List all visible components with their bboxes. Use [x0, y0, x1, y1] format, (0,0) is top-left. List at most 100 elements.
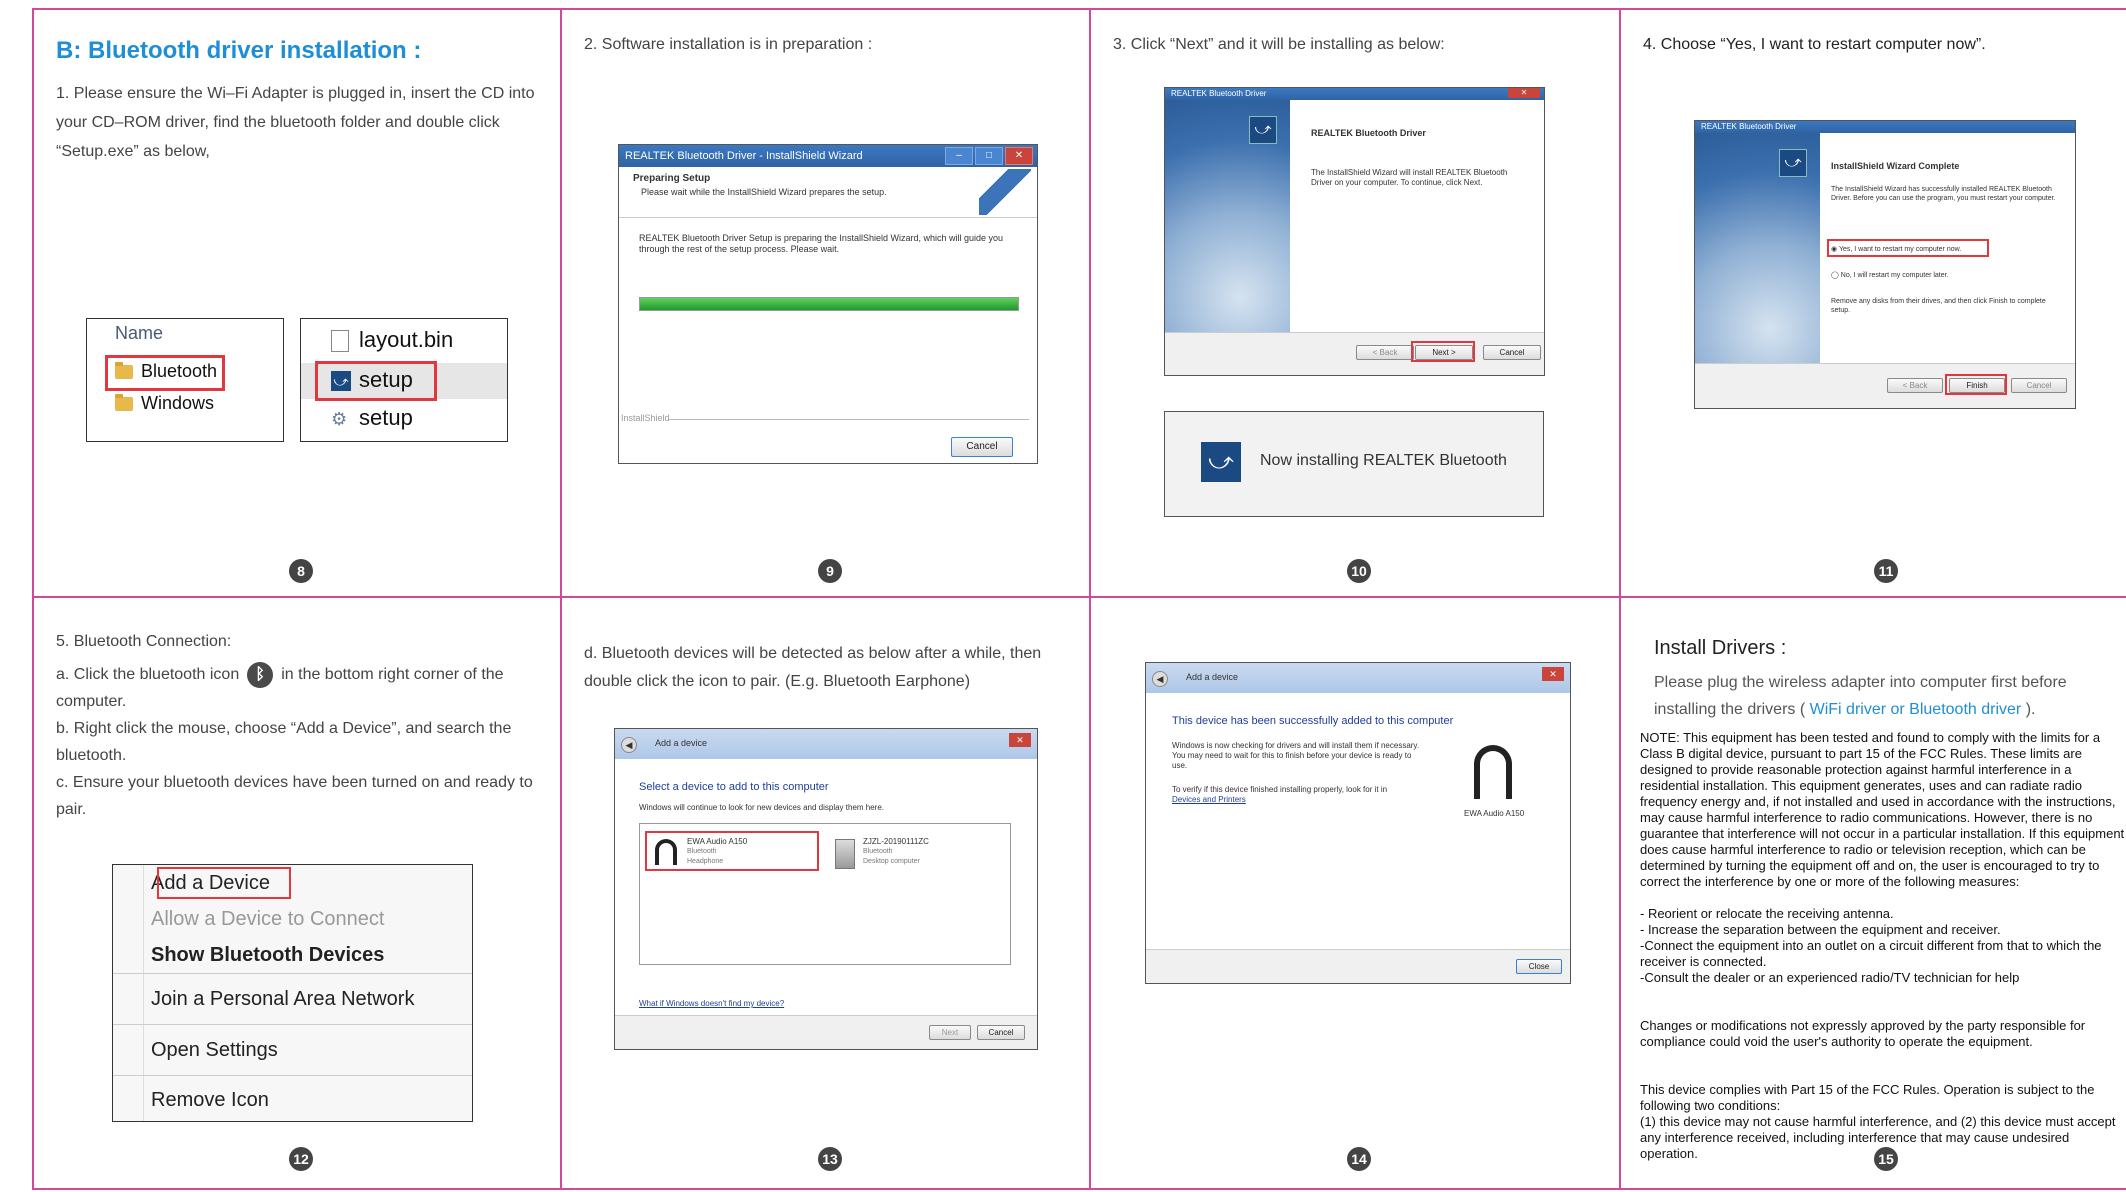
back-arrow-icon[interactable]: ◀	[621, 737, 637, 753]
close-button[interactable]: Close	[1516, 959, 1562, 974]
step-text: d. Bluetooth devices will be detected as…	[584, 645, 1042, 690]
wizard-note-text: Remove any disks from their drives, and …	[1831, 298, 2046, 314]
close-icon[interactable]: ✕	[1005, 147, 1033, 165]
wizard-title: InstallShield Wizard Complete	[1831, 161, 1960, 171]
menu-item-show-devices[interactable]: Show Bluetooth Devices	[113, 937, 472, 974]
highlight-box	[105, 355, 225, 391]
dialog-body-text: Windows is now checking for drivers and …	[1172, 741, 1420, 770]
progress-fill	[640, 298, 1018, 310]
page-number: 8	[289, 559, 313, 583]
progress-track	[639, 297, 1019, 311]
cancel-button[interactable]: Cancel	[951, 437, 1013, 457]
installing-banner: ⤻ Now installing REALTEK Bluetooth	[1164, 411, 1544, 517]
step-text: 5. Bluetooth Connection:	[56, 633, 232, 650]
page-number: 13	[818, 1147, 842, 1171]
highlight-box	[157, 867, 291, 899]
highlight-box	[315, 361, 437, 401]
dialog-heading: Select a device to add to this computer	[639, 781, 829, 793]
step-c: c. Ensure your bluetooth devices have be…	[56, 774, 533, 818]
close-icon[interactable]: ✕	[1542, 667, 1564, 681]
fcc-notice: NOTE: This equipment has been tested and…	[1640, 730, 2126, 1162]
cancel-button[interactable]: Cancel	[977, 1025, 1025, 1040]
folder-list-screenshot: Name Bluetooth Windows	[86, 318, 284, 442]
add-device-window: ◀ Add a device ✕ Select a device to add …	[614, 728, 1038, 1050]
minimize-icon[interactable]: –	[945, 147, 973, 165]
cancel-button[interactable]: Cancel	[2011, 378, 2067, 393]
headphones-icon	[1474, 745, 1512, 799]
button-bar	[1146, 949, 1570, 983]
wizard-body-text: REALTEK Bluetooth Driver Setup is prepar…	[639, 233, 1004, 254]
step-a: a. Click the bluetooth icon ᛒ in the botto…	[56, 661, 538, 715]
installshield-footer-label: InstallShield	[621, 413, 670, 423]
computer-icon	[835, 839, 855, 869]
page-number: 15	[1874, 1147, 1898, 1171]
bluetooth-context-menu: Add a Device Allow a Device to Connect S…	[112, 864, 473, 1122]
radio-no[interactable]: ◯ No, I will restart my computer later.	[1831, 271, 1949, 279]
section-heading: B: Bluetooth driver installation :	[56, 37, 422, 64]
page-number: 11	[1874, 559, 1898, 583]
highlight-box	[645, 831, 819, 871]
setup-icon: ⤻	[1201, 442, 1241, 482]
file-item-layout[interactable]: layout.bin	[331, 327, 453, 353]
window-title: Add a device	[655, 738, 708, 748]
column-header: Name	[115, 323, 164, 343]
step-text: 4. Choose “Yes, I want to restart comput…	[1643, 36, 1986, 53]
cancel-button[interactable]: Cancel	[1483, 345, 1541, 360]
window-title: Add a device	[1186, 672, 1239, 682]
device-item-desktop[interactable]: ZJZL-20190111ZC Bluetooth Desktop comput…	[831, 835, 1001, 871]
close-icon[interactable]: ✕	[1508, 88, 1540, 98]
setup-icon: ⤻	[1249, 116, 1277, 144]
close-icon[interactable]: ✕	[1009, 733, 1031, 747]
page-number: 14	[1347, 1147, 1371, 1171]
setup-icon: ⤻	[1779, 149, 1807, 177]
back-button[interactable]: < Back	[1356, 345, 1414, 360]
back-button[interactable]: < Back	[1887, 378, 1943, 393]
driver-link[interactable]: WiFi driver or Bluetooth driver	[1810, 701, 2022, 718]
installshield-prepare-window: REALTEK Bluetooth Driver - InstallShield…	[618, 144, 1038, 464]
file-item-setup-2[interactable]: ⚙ setup	[331, 405, 413, 431]
fcc-changes: Changes or modifications not expressly a…	[1640, 1018, 2086, 1049]
panel-8: B: Bluetooth driver installation : 1. Pl…	[34, 10, 560, 596]
footer-rule	[669, 419, 1029, 420]
button-bar	[615, 1015, 1037, 1049]
wizard-side-graphic: ⤻	[1695, 133, 1820, 363]
maximize-icon[interactable]: □	[975, 147, 1003, 165]
folder-icon	[115, 394, 133, 412]
fcc-complies: This device complies with Part 15 of the…	[1640, 1082, 2095, 1113]
wizard-body-text: The InstallShield Wizard will install RE…	[1311, 168, 1508, 187]
step-b: b. Right click the mouse, choose “Add a …	[56, 720, 512, 764]
gear-file-icon: ⚙	[331, 409, 348, 430]
menu-item-allow-device[interactable]: Allow a Device to Connect	[113, 901, 472, 937]
installshield-welcome-window: REALTEK Bluetooth Driver ✕ ⤻ REALTEK Blu…	[1164, 87, 1545, 376]
installshield-complete-window: REALTEK Bluetooth Driver ⤻ InstallShield…	[1694, 120, 2076, 409]
step-text: 1. Please ensure the Wi–Fi Adapter is pl…	[56, 85, 535, 160]
menu-item-join-pan[interactable]: Join a Personal Area Network	[113, 974, 472, 1025]
window-chrome: ◀ Add a device ✕	[615, 729, 1037, 759]
wizard-header-title: Preparing Setup	[633, 173, 711, 184]
dialog-subtext: Windows will continue to look for new de…	[639, 803, 885, 812]
wizard-side-graphic: ⤻	[1165, 100, 1290, 332]
next-button[interactable]: Next	[929, 1025, 971, 1040]
fcc-measure: -Connect the equipment into an outlet on…	[1640, 938, 2102, 969]
wizard-body-text: The InstallShield Wizard has successfull…	[1831, 186, 2056, 202]
page-number: 10	[1347, 559, 1371, 583]
page-number: 9	[818, 559, 842, 583]
help-link[interactable]: What if Windows doesn't find my device?	[639, 999, 784, 1008]
installing-text: Now installing REALTEK Bluetooth	[1260, 452, 1507, 469]
devices-printers-link[interactable]: Devices and Printers	[1172, 795, 1246, 804]
file-list-screenshot: layout.bin ⤻ setup ⚙ setup	[300, 318, 508, 442]
window-titlebar: REALTEK Bluetooth Driver ✕	[1165, 88, 1544, 100]
menu-item-open-settings[interactable]: Open Settings	[113, 1025, 472, 1076]
window-titlebar: REALTEK Bluetooth Driver	[1695, 121, 2075, 133]
folder-item-windows[interactable]: Windows	[115, 393, 214, 414]
fcc-note: NOTE: This equipment has been tested and…	[1640, 730, 2125, 889]
wizard-header: Preparing Setup Please wait while the In…	[619, 167, 1037, 218]
step-text: 2. Software installation is in preparati…	[584, 36, 873, 53]
window-titlebar: REALTEK Bluetooth Driver - InstallShield…	[619, 145, 1037, 167]
dialog-verify-text: To verify if this device finished instal…	[1172, 785, 1388, 794]
file-icon	[331, 330, 349, 353]
menu-item-remove-icon[interactable]: Remove Icon	[113, 1076, 472, 1121]
step-text: 3. Click “Next” and it will be installin…	[1113, 36, 1445, 53]
highlight-box	[1827, 239, 1989, 257]
back-arrow-icon[interactable]: ◀	[1152, 671, 1168, 687]
